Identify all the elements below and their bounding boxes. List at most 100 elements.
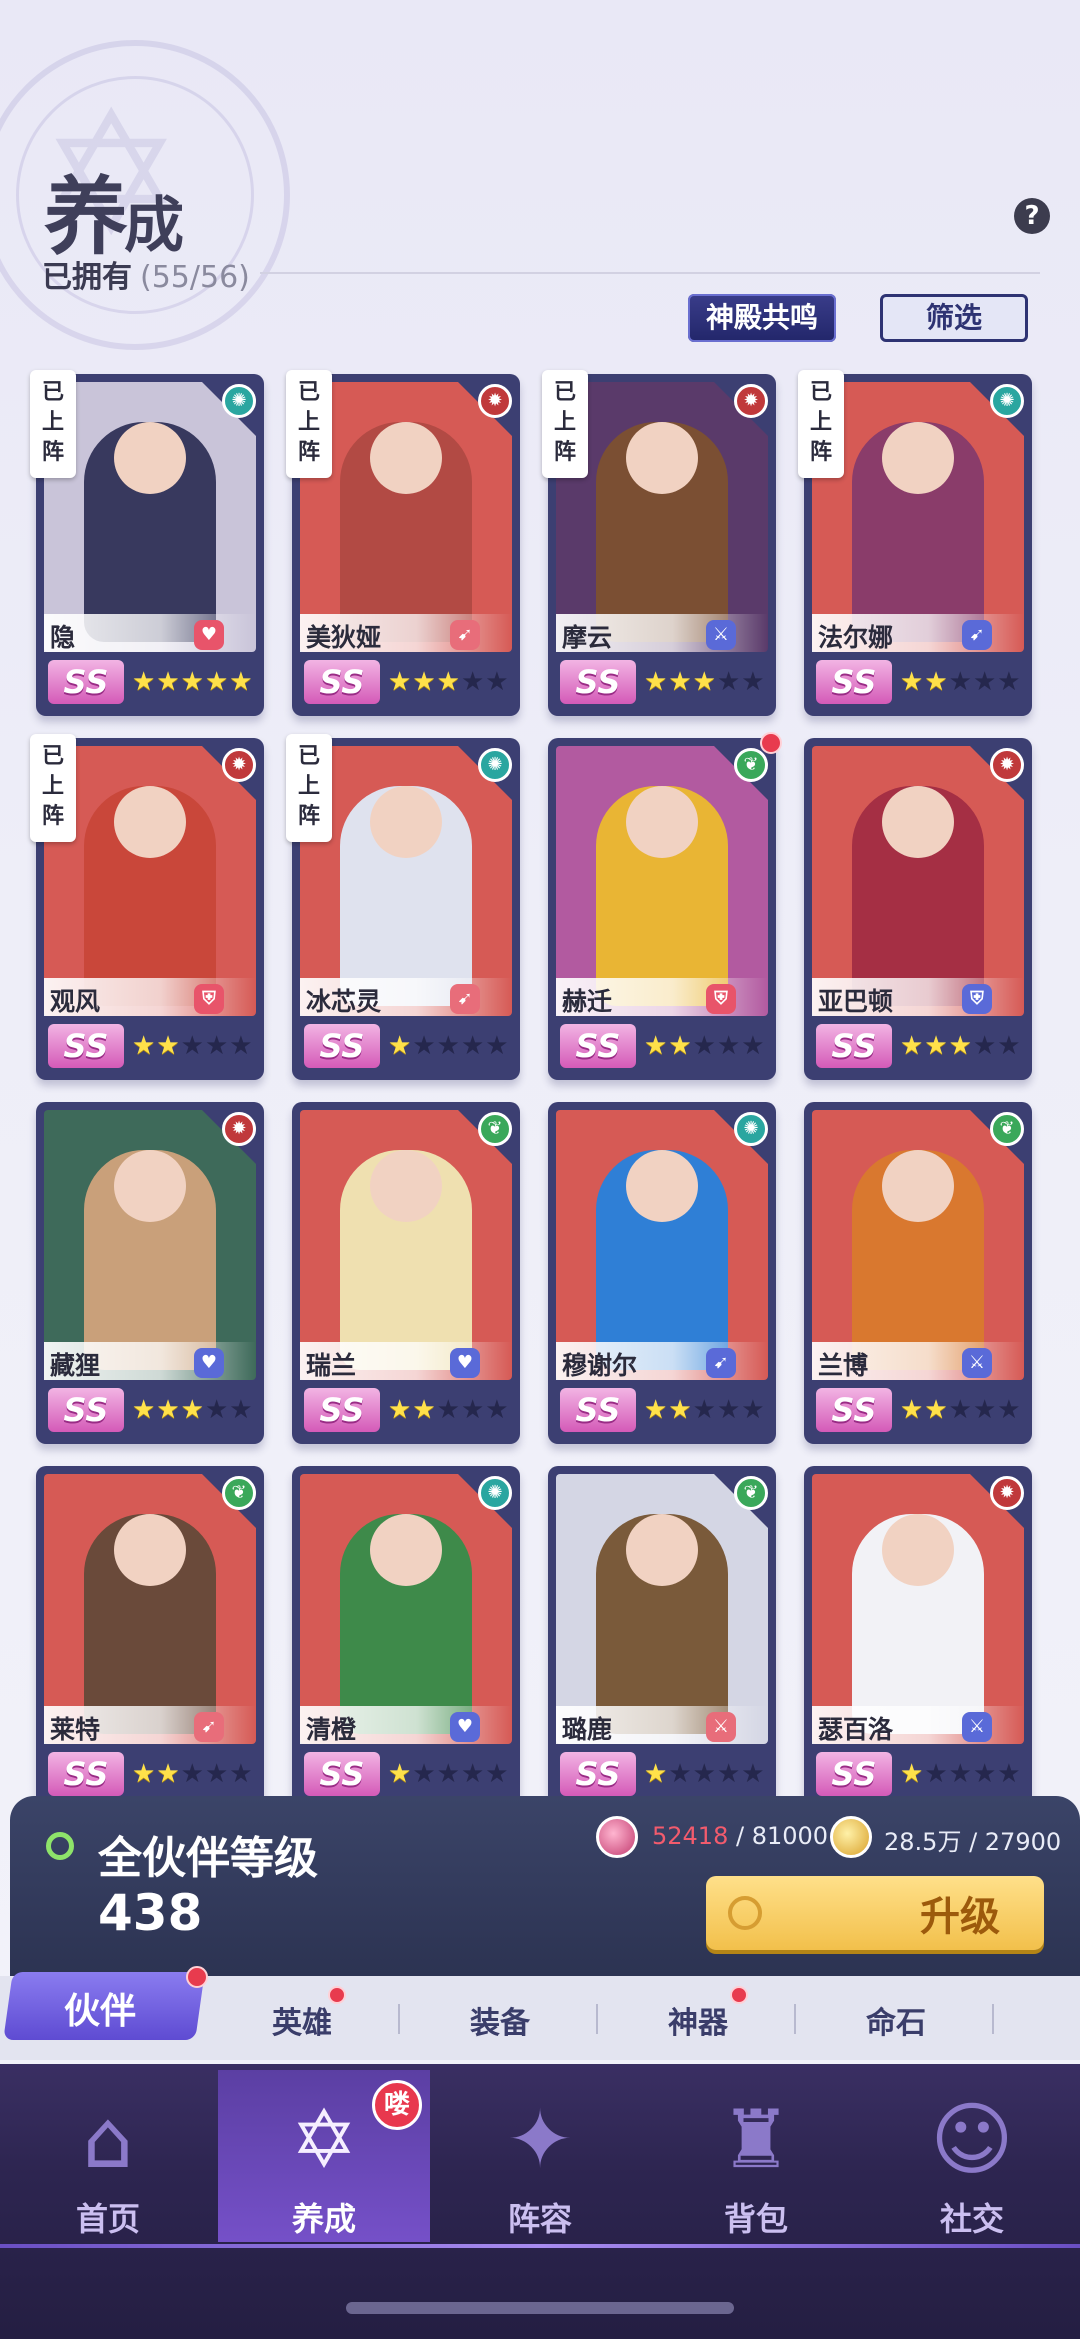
- companion-card[interactable]: 穆谢尔 ➹ ✺ SS ★ ★ ★ ★ ★: [548, 1102, 776, 1444]
- nav-home[interactable]: ⌂ 首页: [8, 2080, 208, 2240]
- star-icon: ★: [900, 1759, 924, 1789]
- star-icon: ★: [900, 1395, 924, 1425]
- companion-name: 穆谢尔: [562, 1351, 638, 1380]
- star-rating: ★ ★ ★ ★ ★: [644, 666, 765, 698]
- companion-card[interactable]: 亚巴顿 ⛨ ✹ SS ★ ★ ★ ★ ★: [804, 738, 1032, 1080]
- star-icon: ★: [644, 1395, 668, 1425]
- star-icon: ★: [132, 667, 156, 697]
- nav-social[interactable]: ☺ 社交: [872, 2080, 1072, 2240]
- star-icon: ★: [716, 1395, 741, 1425]
- star-icon: ★: [716, 1031, 741, 1061]
- star-icon: ★: [156, 1031, 180, 1061]
- star-icon: ★: [388, 667, 412, 697]
- card-red-dot: [760, 732, 782, 754]
- deployed-tag-char: 已: [809, 380, 832, 405]
- deployed-tag-char: 阵: [809, 440, 832, 465]
- rarity-badge: SS: [816, 660, 892, 704]
- rarity-badge: SS: [304, 1752, 380, 1796]
- bag-icon: ♜: [720, 2093, 792, 2186]
- upgrade-label[interactable]: 升级: [920, 1884, 1000, 1942]
- companion-card[interactable]: 莱特 ➹ ❦ SS ★ ★ ★ ★ ★: [36, 1466, 264, 1808]
- rarity-badge: SS: [304, 1388, 380, 1432]
- star-icon: ★: [132, 1395, 156, 1425]
- star-icon: ★: [229, 1759, 253, 1789]
- companion-name: 摩云: [562, 623, 613, 652]
- subtab-hero[interactable]: 英雄: [272, 1998, 332, 2042]
- nav-cultivate-badge: 喽: [372, 2080, 422, 2130]
- star-icon: ★: [741, 667, 765, 697]
- companion-portrait: [300, 1110, 512, 1380]
- rarity-badge: SS: [816, 1024, 892, 1068]
- star-rating: ★ ★ ★ ★ ★: [900, 1758, 1021, 1790]
- companion-card[interactable]: 瑞兰 ♥ ❦ SS ★ ★ ★ ★ ★: [292, 1102, 520, 1444]
- companion-face: [882, 422, 954, 494]
- companion-face: [114, 1150, 186, 1222]
- star-icon: ★: [997, 667, 1021, 697]
- star-icon: ★: [692, 1759, 716, 1789]
- rarity-badge: SS: [48, 1752, 124, 1796]
- companion-name: 冰芯灵: [306, 987, 382, 1016]
- nav-formation[interactable]: ✦ 阵容: [440, 2080, 640, 2240]
- owned-summary: 已拥有 (55/56): [42, 252, 250, 296]
- companion-name: 瑟百洛: [818, 1715, 894, 1744]
- companion-name: 赫迁: [562, 987, 613, 1016]
- companion-card[interactable]: 瑟百洛 ⚔ ✹ SS ★ ★ ★ ★ ★: [804, 1466, 1032, 1808]
- all-companion-level-title: 全伙伴等级: [98, 1833, 318, 1884]
- star-icon: ★: [460, 1759, 485, 1789]
- help-button[interactable]: ?: [1014, 198, 1050, 234]
- companion-portrait: [44, 1110, 256, 1380]
- star-icon: ★: [900, 667, 924, 697]
- subtab-separator: [398, 2004, 400, 2034]
- home-indicator[interactable]: [346, 2302, 734, 2314]
- flame-icon: ✹: [734, 384, 768, 418]
- companion-card[interactable]: 赫迁 ⛨ ❦ SS ★ ★ ★ ★ ★: [548, 738, 776, 1080]
- star-icon: ★: [485, 1395, 509, 1425]
- subtab-fate-stone[interactable]: 命石: [866, 1998, 926, 2042]
- star-icon: ★: [692, 667, 716, 697]
- filter-button[interactable]: 筛选: [880, 294, 1028, 342]
- star-icon: ★: [716, 667, 741, 697]
- companion-portrait: [812, 1110, 1024, 1380]
- star-icon: ★: [997, 1395, 1021, 1425]
- bow-icon: ➹: [194, 1712, 224, 1742]
- card-footer: SS ★ ★ ★ ★ ★: [812, 1384, 1024, 1438]
- star-icon: ★: [485, 1031, 509, 1061]
- gold-coin-icon: [830, 1816, 872, 1858]
- star-icon: ★: [668, 1759, 692, 1789]
- deployed-tag-char: 已: [297, 744, 320, 769]
- companion-card[interactable]: 清橙 ♥ ✺ SS ★ ★ ★ ★ ★: [292, 1466, 520, 1808]
- star-icon: ★: [204, 667, 229, 697]
- deployed-tag-char: 阵: [553, 440, 576, 465]
- companion-portrait: [44, 1474, 256, 1744]
- star-icon: ★: [412, 1031, 436, 1061]
- subtab-artifact-red-dot: [730, 1986, 748, 2004]
- bow-icon: ➹: [706, 1348, 736, 1378]
- star-icon: ★: [741, 1031, 765, 1061]
- companion-portrait: [812, 1474, 1024, 1744]
- subtab-equipment[interactable]: 装备: [470, 1998, 530, 2042]
- nav-bag[interactable]: ♜ 背包: [656, 2080, 856, 2240]
- subtab-separator: [992, 2004, 994, 2034]
- card-footer: SS ★ ★ ★ ★ ★: [812, 1748, 1024, 1802]
- card-footer: SS ★ ★ ★ ★ ★: [812, 1020, 1024, 1074]
- star-icon: ★: [412, 1759, 436, 1789]
- exp-current: 52418: [652, 1822, 729, 1850]
- rarity-badge: SS: [560, 1024, 636, 1068]
- companion-name: 观风: [50, 987, 101, 1016]
- companion-card[interactable]: 兰博 ⚔ ❦ SS ★ ★ ★ ★ ★: [804, 1102, 1032, 1444]
- star-icon: ★: [229, 1395, 253, 1425]
- companion-card[interactable]: 藏狸 ♥ ✹ SS ★ ★ ★ ★ ★: [36, 1102, 264, 1444]
- companion-face: [626, 1514, 698, 1586]
- star-icon: ★: [924, 667, 948, 697]
- name-strip: [44, 614, 256, 652]
- companion-name: 美狄娅: [306, 623, 382, 652]
- upgrade-circle-icon: [728, 1896, 762, 1930]
- star-rating: ★ ★ ★ ★ ★: [900, 666, 1021, 698]
- subtab-artifact[interactable]: 神器: [668, 1998, 728, 2042]
- nav-cultivate[interactable]: ✡ 喽 养成: [224, 2080, 424, 2240]
- subtab-companion[interactable]: 伙伴: [64, 1982, 136, 2034]
- companion-card[interactable]: 璐鹿 ⚔ ❦ SS ★ ★ ★ ★ ★: [548, 1466, 776, 1808]
- gold-resource: 28.5万 / 27900: [884, 1828, 1062, 1856]
- star-rating: ★ ★ ★ ★ ★: [132, 666, 253, 698]
- temple-resonance-button[interactable]: 神殿共鸣: [688, 294, 836, 342]
